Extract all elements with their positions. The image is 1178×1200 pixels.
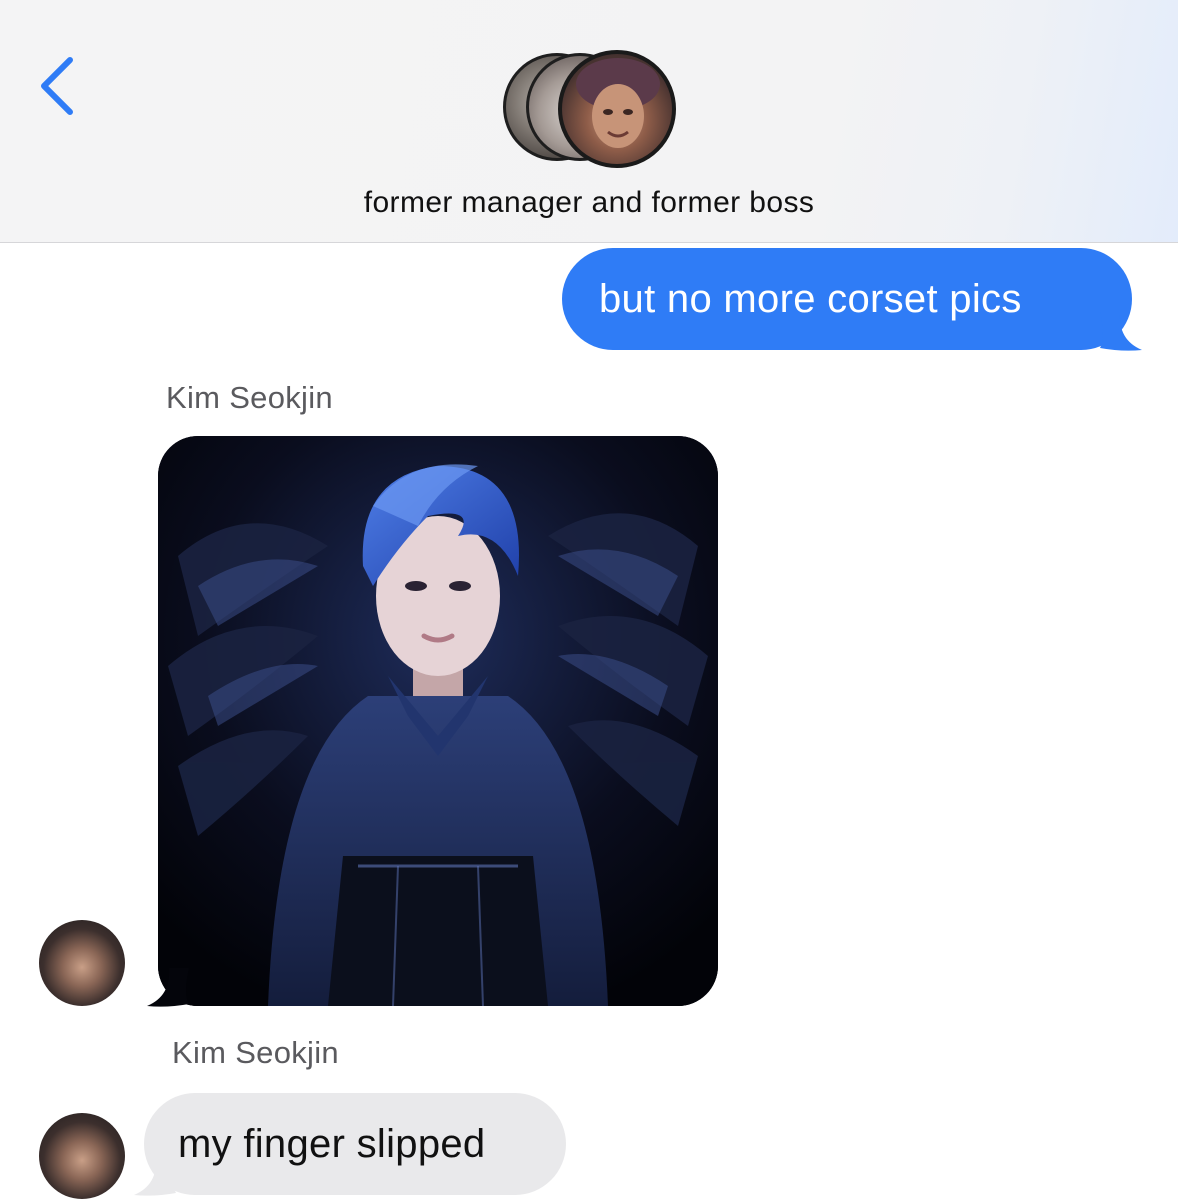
contact-avatar[interactable] xyxy=(39,1113,125,1199)
group-avatar-stack[interactable] xyxy=(500,50,680,170)
group-member-avatar xyxy=(558,50,676,168)
image-message[interactable] xyxy=(158,436,718,1006)
received-message-bubble[interactable]: my finger slipped xyxy=(144,1093,566,1195)
bubble-tail xyxy=(1100,312,1142,351)
conversation-header: former manager and former boss xyxy=(0,0,1178,243)
group-name[interactable]: former manager and former boss xyxy=(0,186,1178,220)
sender-name: Kim Seokjin xyxy=(172,1035,339,1070)
chevron-left-icon xyxy=(41,57,73,115)
contact-avatar[interactable] xyxy=(39,920,125,1006)
bubble-tail xyxy=(147,968,189,1007)
back-button[interactable] xyxy=(30,50,90,120)
sent-message-bubble[interactable]: but no more corset pics xyxy=(562,248,1132,350)
bubble-tail xyxy=(134,1157,176,1196)
sender-name: Kim Seokjin xyxy=(166,380,333,415)
